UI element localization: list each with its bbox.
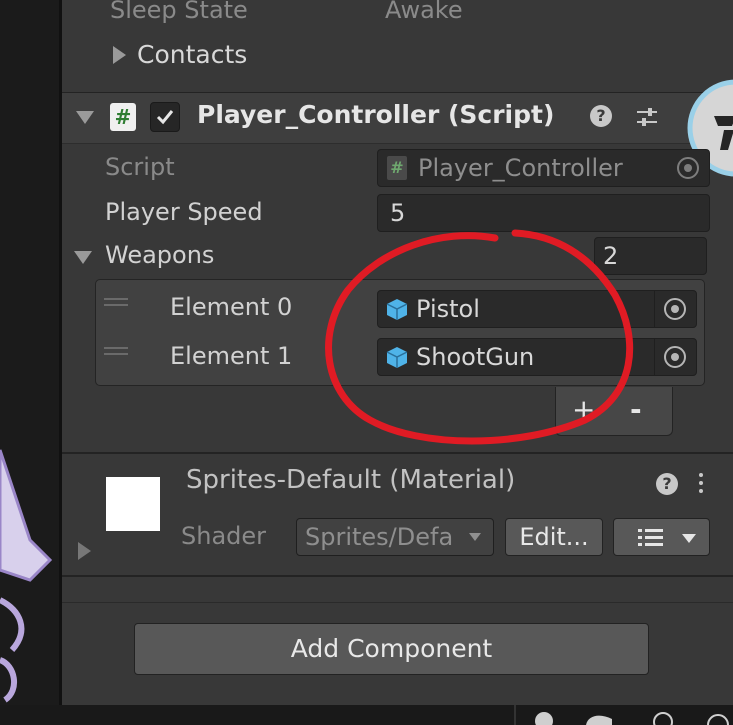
material-title: Sprites-Default (Material) (186, 465, 516, 495)
shader-value: Sprites/Defa (305, 523, 454, 551)
shader-dropdown-arrow-icon (469, 533, 481, 541)
element-0-drag-handle-icon[interactable] (104, 298, 128, 306)
material-preview-thumbnail (106, 477, 160, 531)
contacts-foldout-arrow-icon[interactable] (113, 46, 126, 64)
presets-icon[interactable] (634, 104, 660, 130)
checkmark-icon (156, 110, 174, 125)
weapons-size-input[interactable]: 2 (594, 237, 707, 275)
prefab-cube-icon (386, 347, 408, 368)
element-0-value: Pistol (416, 295, 480, 323)
status-bar (0, 705, 733, 725)
element-1-object-picker-icon[interactable] (664, 346, 686, 368)
script-hash-icon: # (110, 103, 136, 131)
component-collapse-arrow-icon[interactable] (76, 111, 94, 124)
chevron-down-icon (682, 534, 696, 543)
weapons-label[interactable]: Weapons (105, 241, 214, 269)
element-1-drag-handle-icon[interactable] (104, 347, 128, 355)
script-label: Script (105, 153, 175, 181)
element-1-object-field[interactable]: ShootGun (377, 338, 697, 376)
scene-view-edge (0, 0, 62, 705)
shader-dropdown[interactable]: Sprites/Defa (296, 518, 494, 556)
sleep-state-label: Sleep State (110, 0, 248, 24)
component-title: Player_Controller (Script) (197, 100, 555, 129)
add-element-button[interactable]: + (572, 393, 595, 427)
player-speed-input[interactable]: 5 (377, 194, 710, 232)
player-speed-label: Player Speed (105, 198, 263, 226)
element-0-object-picker-icon[interactable] (664, 298, 686, 320)
script-field-hash-icon: # (387, 156, 407, 180)
help-icon[interactable]: ? (590, 105, 612, 127)
sleep-state-value: Awake (385, 0, 463, 24)
component-enabled-checkbox[interactable] (150, 102, 180, 132)
section-divider (62, 452, 733, 454)
remove-element-button[interactable]: - (630, 393, 642, 427)
element-0-label: Element 0 (170, 293, 293, 321)
element-1-label: Element 1 (170, 342, 293, 370)
script-object-picker-icon (677, 157, 699, 179)
add-component-button[interactable]: Add Component (134, 623, 649, 675)
shader-label: Shader (181, 522, 267, 550)
shader-options-button[interactable] (613, 518, 710, 556)
section-divider (62, 602, 733, 603)
shader-edit-button[interactable]: Edit... (505, 518, 603, 556)
script-field-value: Player_Controller (418, 154, 623, 182)
prefab-cube-icon (386, 299, 408, 320)
element-1-value: ShootGun (416, 343, 535, 371)
status-bar-icons (514, 705, 729, 725)
script-object-field: Player_Controller (377, 149, 710, 187)
material-more-icon[interactable] (699, 473, 704, 495)
element-0-object-field[interactable]: Pistol (377, 290, 697, 328)
section-divider (62, 575, 733, 577)
sprite-preview-icon (0, 449, 53, 703)
material-help-icon[interactable]: ? (656, 473, 678, 495)
weapons-foldout-arrow-icon[interactable] (74, 251, 92, 264)
contacts-foldout-label[interactable]: Contacts (137, 40, 247, 69)
material-foldout-arrow-icon[interactable] (78, 542, 91, 560)
list-icon (638, 529, 663, 546)
